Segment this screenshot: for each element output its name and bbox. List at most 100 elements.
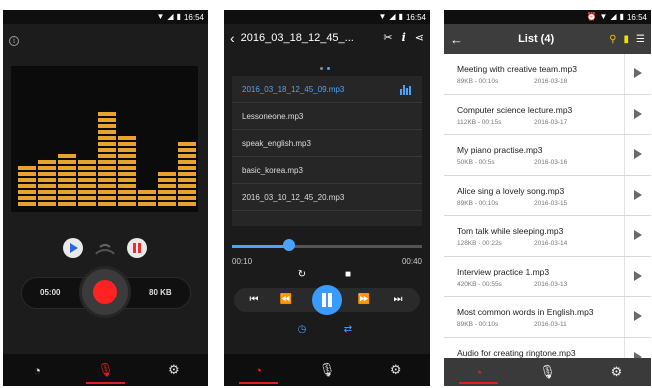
equalizer-segment bbox=[118, 184, 136, 188]
equalizer-segment bbox=[38, 184, 56, 188]
sound-wave-icon bbox=[97, 244, 113, 260]
page-dot bbox=[320, 67, 323, 70]
equalizer-segment bbox=[98, 142, 116, 146]
play-pause-button[interactable] bbox=[312, 285, 342, 315]
rewind-icon[interactable]: ⏪ bbox=[278, 294, 294, 305]
now-playing-icon bbox=[400, 85, 412, 95]
time-elapsed: 00:10 bbox=[232, 257, 253, 266]
playlist-item[interactable]: 2016_03_10_12_45_20.mp3 bbox=[232, 184, 422, 211]
back-arrow-icon[interactable]: ← bbox=[450, 32, 470, 47]
equalizer-segment bbox=[178, 178, 196, 182]
equalizer-segment bbox=[58, 178, 76, 182]
pause-button[interactable] bbox=[127, 238, 147, 258]
recording-row[interactable]: Most common words in English.mp3 89KB - 0… bbox=[444, 297, 651, 338]
playlist-item[interactable]: speak_english.mp3 bbox=[232, 130, 422, 157]
equalizer-bar bbox=[118, 134, 136, 206]
recording-meta: 89KB - 00:10s bbox=[457, 321, 499, 328]
battery-sort-icon[interactable]: ▮ bbox=[624, 34, 630, 45]
nav-mic-icon[interactable]: 🎙 bbox=[513, 358, 582, 386]
equalizer-segment bbox=[78, 160, 96, 164]
recording-row[interactable]: Meeting with creative team.mp3 89KB - 00:… bbox=[444, 54, 651, 95]
equalizer-segment bbox=[118, 148, 136, 152]
row-divider bbox=[624, 256, 625, 296]
recording-row[interactable]: Computer science lecture.mp3 112KB - 00:1… bbox=[444, 94, 651, 135]
equalizer-segment bbox=[98, 166, 116, 170]
equalizer-segment bbox=[138, 202, 156, 206]
equalizer-segment bbox=[18, 202, 36, 206]
alarm-icon: ⏰ bbox=[586, 12, 597, 21]
play-icon[interactable] bbox=[634, 68, 642, 78]
recording-row[interactable]: My piano practise.mp3 50KB - 00:5s 2016-03… bbox=[444, 135, 651, 176]
recording-row[interactable]: Interview practice 1.mp3 420KB - 00:55s 20… bbox=[444, 256, 651, 297]
play-icon[interactable] bbox=[634, 311, 642, 321]
skip-previous-icon[interactable]: ⏮ bbox=[246, 294, 262, 305]
recorder-screen: ▼ ◢ ▮ 16:54 i 05:00 80 KB ◔ 🎙 ⚙ bbox=[3, 10, 208, 386]
play-icon[interactable] bbox=[634, 230, 642, 240]
play-button[interactable] bbox=[63, 238, 83, 258]
equalizer-segment bbox=[118, 154, 136, 158]
seek-bar[interactable] bbox=[232, 245, 422, 248]
status-bar: ▼ ◢ ▮ 16:54 bbox=[224, 10, 430, 24]
seek-handle[interactable] bbox=[283, 239, 295, 251]
equalizer-segment bbox=[158, 184, 176, 188]
recording-row[interactable]: Tom talk while sleeping.mp3 128KB - 00:22… bbox=[444, 216, 651, 257]
recording-meta: 128KB - 00:22s bbox=[457, 240, 502, 247]
play-icon[interactable] bbox=[634, 149, 642, 159]
equalizer-segment bbox=[118, 136, 136, 140]
equalizer-segment bbox=[78, 196, 96, 200]
equalizer-segment bbox=[118, 172, 136, 176]
playlist-item[interactable]: basic_korea.mp3 bbox=[232, 157, 422, 184]
play-icon[interactable] bbox=[634, 270, 642, 281]
nav-mic-icon[interactable]: 🎙 bbox=[71, 354, 139, 386]
back-icon[interactable]: ‹ bbox=[230, 30, 235, 46]
equalizer-segment bbox=[178, 142, 196, 146]
nav-mic-icon[interactable]: 🎙 bbox=[293, 354, 362, 386]
share-icon[interactable]: ⋖ bbox=[415, 31, 424, 44]
playlist-item[interactable]: Lessoneone.mp3 bbox=[232, 103, 422, 130]
status-time: 16:54 bbox=[183, 12, 204, 22]
equalizer-segment bbox=[78, 184, 96, 188]
equalizer-segment bbox=[98, 160, 116, 164]
recording-meta: 112KB - 00:15s bbox=[457, 118, 502, 126]
nav-gear-icon[interactable]: ⚙ bbox=[361, 354, 430, 386]
nav-gear-icon[interactable]: ⚙ bbox=[140, 354, 208, 386]
recording-row[interactable]: Alice sing a lovely song.mp3 89KB - 00:10… bbox=[444, 175, 651, 216]
bottom-nav: ◔ 🎙 ⚙ bbox=[224, 354, 430, 386]
equalizer-segment bbox=[98, 154, 116, 158]
equalizer-segment bbox=[98, 196, 116, 200]
playlist-item[interactable]: 2016_03_18_12_45_09.mp3 bbox=[232, 76, 422, 103]
equalizer-segment bbox=[178, 172, 196, 176]
nav-player-icon[interactable]: ◔ bbox=[3, 354, 71, 386]
record-time: 05:00 bbox=[40, 288, 61, 297]
row-divider bbox=[624, 135, 625, 175]
nav-player-icon[interactable]: ◔ bbox=[444, 358, 513, 386]
player-screen: ▼ ◢ ▮ 16:54 ‹ 2016_03_18_12_45_... ✂ i ⋖… bbox=[224, 10, 430, 386]
fast-forward-icon[interactable]: ⏩ bbox=[356, 294, 372, 305]
equalizer-segment bbox=[18, 172, 36, 176]
play-icon[interactable] bbox=[634, 108, 642, 119]
search-icon[interactable]: ⚲ bbox=[609, 34, 616, 45]
equalizer-segment bbox=[158, 178, 176, 182]
play-icon[interactable] bbox=[634, 189, 642, 200]
nav-gear-icon[interactable]: ⚙ bbox=[582, 358, 651, 386]
menu-icon[interactable]: ☰ bbox=[636, 34, 645, 45]
equalizer-segment bbox=[18, 166, 36, 170]
skip-next-icon[interactable]: ⏭ bbox=[390, 294, 406, 305]
repeat-icon[interactable]: ↻ bbox=[296, 269, 308, 281]
equalizer-segment bbox=[18, 196, 36, 200]
stop-icon[interactable]: ■ bbox=[342, 269, 354, 281]
record-dot-icon[interactable] bbox=[93, 280, 117, 304]
list-screen: ⏰ ▼ ◢ ▮ 16:54 ← List (4) ⚲ ▮ ☰ Meeting w… bbox=[444, 10, 651, 386]
cut-icon[interactable]: ✂ bbox=[383, 31, 392, 44]
equalizer-segment bbox=[58, 202, 76, 206]
equalizer-segment bbox=[178, 160, 196, 164]
info-icon[interactable]: i bbox=[9, 36, 19, 46]
track-title: 2016_03_18_12_45_... bbox=[240, 31, 354, 44]
nav-player-icon[interactable]: ◔ bbox=[224, 354, 293, 386]
recording-date: 2016-03-13 bbox=[534, 280, 568, 288]
info-icon[interactable]: i bbox=[402, 31, 406, 44]
equalizer-segment bbox=[178, 154, 196, 158]
loop-icon[interactable]: ⇄ bbox=[342, 324, 354, 336]
speed-icon[interactable]: ◷ bbox=[296, 324, 308, 336]
equalizer-segment bbox=[98, 184, 116, 188]
